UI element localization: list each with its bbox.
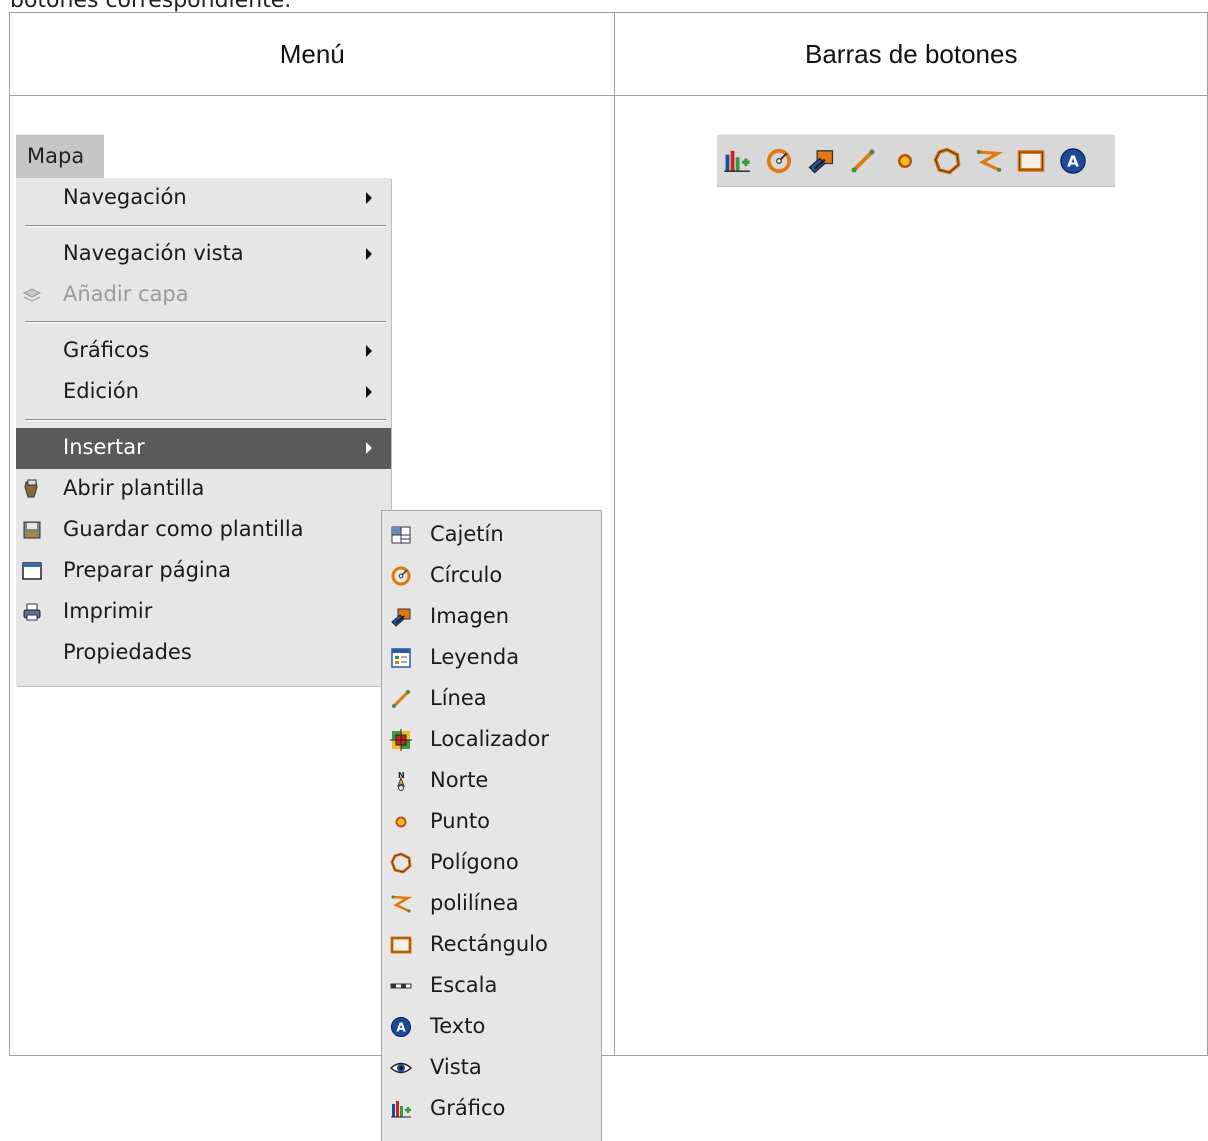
- menu-item-abrir-plantilla[interactable]: Abrir plantilla: [16, 469, 391, 510]
- line-icon: [392, 690, 410, 708]
- cajetin-icon: [391, 526, 411, 544]
- save-template-icon: [23, 521, 41, 539]
- submenu-arrow-icon: [366, 386, 372, 398]
- line-icon[interactable]: [849, 147, 877, 175]
- point-icon[interactable]: [891, 147, 919, 175]
- locator-icon: [390, 729, 412, 751]
- submenu-arrow-icon: [366, 192, 372, 204]
- menu-item-navegacion[interactable]: Navegación: [16, 178, 391, 219]
- rectangle-icon: [390, 936, 412, 954]
- add-layer-icon: [22, 288, 42, 302]
- submenu-item-norte[interactable]: N Norte: [382, 761, 601, 802]
- separator: [25, 225, 386, 227]
- submenu-item-polilinea[interactable]: polilínea: [382, 884, 601, 925]
- header-toolbars: Barras de botones: [614, 12, 1208, 96]
- scale-icon: [390, 983, 412, 989]
- menu-item-graficos[interactable]: Gráficos: [16, 331, 391, 372]
- svg-text:A: A: [1068, 153, 1080, 171]
- submenu-item-texto[interactable]: A Texto: [382, 1007, 601, 1048]
- menu-item-navegacion-vista[interactable]: Navegación vista: [16, 234, 391, 275]
- menu-item-propiedades[interactable]: Propiedades: [16, 633, 391, 674]
- separator: [25, 419, 386, 421]
- separator: [25, 321, 386, 323]
- circle-icon: [391, 566, 411, 586]
- submenu-item-vista[interactable]: Vista: [382, 1048, 601, 1089]
- submenu-item-linea[interactable]: Línea: [382, 679, 601, 720]
- page-setup-icon: [22, 562, 42, 580]
- chart-icon: [391, 1101, 411, 1118]
- submenu-arrow-icon: [366, 345, 372, 357]
- menu-item-imprimir[interactable]: Imprimir: [16, 592, 391, 633]
- submenu-item-localizador[interactable]: Localizador: [382, 720, 601, 761]
- image-icon: [391, 608, 411, 627]
- printer-icon: [23, 603, 41, 621]
- header-menu: Menú: [8, 12, 616, 96]
- menubar-mapa[interactable]: Mapa: [16, 134, 104, 178]
- view-icon: [390, 1062, 412, 1074]
- polyline-icon: [391, 895, 412, 913]
- submenu-item-escala[interactable]: Escala: [382, 966, 601, 1007]
- submenu-item-grafico[interactable]: Gráfico: [382, 1089, 601, 1130]
- circle-icon[interactable]: [765, 147, 793, 175]
- open-template-icon: [24, 479, 38, 498]
- polygon-icon: [390, 852, 412, 874]
- menu-item-insertar[interactable]: Insertar: [16, 428, 391, 469]
- submenu-item-circulo[interactable]: Círculo: [382, 556, 601, 597]
- svg-text:A: A: [396, 1021, 406, 1035]
- menu-item-edicion[interactable]: Edición: [16, 372, 391, 413]
- image-icon[interactable]: [807, 147, 835, 175]
- submenu-item-cajetin[interactable]: Cajetín: [382, 515, 601, 556]
- polygon-icon[interactable]: [933, 147, 961, 175]
- text-icon: A: [391, 1017, 411, 1037]
- menu-screenshot-cell: Mapa Navegación Navegación vista Añadir …: [8, 95, 616, 1141]
- map-menu: Navegación Navegación vista Añadir capa: [16, 178, 391, 686]
- submenu-item-leyenda[interactable]: Leyenda: [382, 638, 601, 679]
- menu-item-preparar-pagina[interactable]: Preparar página: [16, 551, 391, 592]
- insert-toolbar: A: [717, 134, 1116, 187]
- submenu-arrow-icon: [366, 442, 372, 454]
- chart-icon[interactable]: [723, 147, 751, 175]
- rectangle-icon[interactable]: [1017, 147, 1045, 175]
- point-icon: [395, 816, 407, 828]
- north-icon: N: [396, 771, 406, 791]
- polyline-icon[interactable]: [975, 147, 1004, 175]
- menu-item-guardar-plantilla[interactable]: Guardar como plantilla: [16, 510, 391, 551]
- menu-item-anadir-capa: Añadir capa: [16, 275, 391, 316]
- submenu-item-imagen[interactable]: Imagen: [382, 597, 601, 638]
- text-icon[interactable]: A: [1059, 147, 1087, 175]
- insertar-submenu: Cajetín Círculo Imagen Leyenda Línea Loc…: [381, 510, 602, 1141]
- legend-icon: [391, 648, 411, 668]
- submenu-item-poligono[interactable]: Polígono: [382, 843, 601, 884]
- submenu-item-punto[interactable]: Punto: [382, 802, 601, 843]
- comparison-table: Menú Barras de botones Mapa Navegación N…: [8, 12, 1208, 1141]
- submenu-item-rectangulo[interactable]: Rectángulo: [382, 925, 601, 966]
- toolbar-screenshot-cell: A: [614, 95, 1208, 1056]
- submenu-arrow-icon: [366, 248, 372, 260]
